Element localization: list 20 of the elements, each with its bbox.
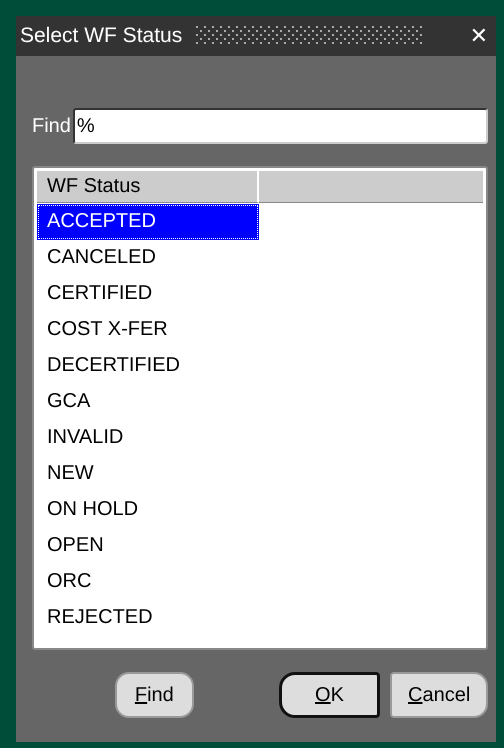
dialog-button[interactable]: Find — [115, 672, 194, 718]
close-button[interactable]: ✕ — [468, 24, 490, 48]
list-row[interactable]: ON HOLD — [37, 492, 259, 528]
list-row[interactable]: OPEN — [37, 528, 259, 564]
dialog-button[interactable]: Cancel — [390, 672, 488, 718]
window-title: Select WF Status — [20, 24, 182, 48]
list-row[interactable]: GCA — [37, 384, 259, 420]
dialog-button[interactable]: OK — [278, 672, 380, 718]
list-row[interactable]: NEW — [37, 456, 259, 492]
list-row[interactable]: ACCEPTED — [37, 204, 259, 240]
list-row[interactable]: REJECTED — [37, 600, 259, 636]
list-row[interactable]: ORC — [37, 564, 259, 600]
list-row[interactable]: DECERTIFIED — [37, 348, 259, 384]
list-row[interactable]: CERTIFIED — [37, 276, 259, 312]
list-row[interactable]: CANCELED — [37, 240, 259, 276]
column-header[interactable]: WF Status — [37, 171, 259, 203]
list-row[interactable]: COST X-FER — [37, 312, 259, 348]
list-row[interactable]: INVALID — [37, 420, 259, 456]
find-label: Find — [32, 114, 71, 138]
find-field[interactable]: % — [72, 108, 488, 144]
